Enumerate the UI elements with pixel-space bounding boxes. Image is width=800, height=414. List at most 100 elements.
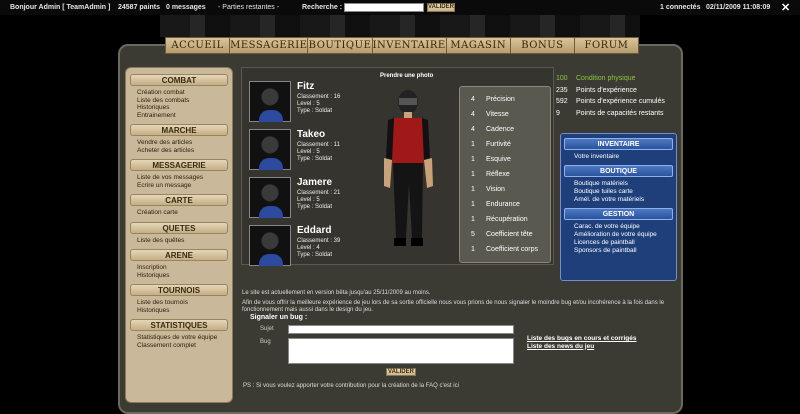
parties-remaining: - Parties restantes -: [218, 4, 280, 11]
character-figure: [384, 90, 433, 246]
right-link[interactable]: Boutique tuiles carte: [574, 188, 673, 196]
avatar[interactable]: [249, 129, 291, 170]
sidebar-link[interactable]: Liste des combats: [137, 97, 228, 105]
character-name[interactable]: Eddard: [297, 225, 331, 236]
nav-bonus[interactable]: BONUS: [511, 38, 575, 53]
stat-value: 1: [471, 246, 475, 253]
nav-inventaire[interactable]: INVENTAIRE: [373, 38, 447, 53]
right-links: Votre inventaire: [564, 150, 673, 165]
condition-panel: 100 Condition physique 235 Points d'expérie…: [556, 73, 678, 119]
character-rank: Classement : 21: [297, 190, 341, 196]
stat-value: 4: [471, 111, 475, 118]
sidebar-link[interactable]: Acheter des articles: [137, 147, 228, 155]
nav-forum[interactable]: FORUM: [575, 38, 638, 53]
stat-row: 1 Vision: [460, 182, 550, 197]
sidebar-link[interactable]: Liste de vos messages: [137, 174, 228, 182]
sidebar-links: Création carte: [130, 206, 228, 219]
stat-name: Esquive: [486, 156, 511, 163]
sidebar-section-combat: COMBAT: [130, 74, 228, 86]
stats-panel: 4 Précision 4 Vitesse 4 Cadence 1 Furtivité 1 Esq…: [459, 86, 551, 263]
character-level: Level : 5: [297, 197, 320, 203]
character-card[interactable]: Eddard Classement : 39 Level : 4 Type : Sol…: [249, 225, 369, 266]
subject-input[interactable]: [288, 325, 514, 334]
sidebar-link[interactable]: Historiques: [137, 104, 228, 112]
avatar[interactable]: [249, 177, 291, 218]
stat-name: Endurance: [486, 201, 520, 208]
stat-name: Coefficient corps: [486, 246, 539, 253]
stat-row: 1 Esquive: [460, 152, 550, 167]
sidebar-links: Liste des quêtes: [130, 234, 228, 247]
sidebar-link[interactable]: Statistiques de votre équipe: [137, 334, 228, 342]
header-banner: [160, 15, 640, 37]
stat-name: Récupération: [486, 216, 528, 223]
bug-title: Signaler un bug :: [250, 314, 308, 321]
character-card[interactable]: Fitz Classement : 16 Level : 5 Type : Solda…: [249, 81, 369, 122]
nav-magasin[interactable]: MAGASIN: [447, 38, 511, 53]
sidebar-links: Vendre des articles Acheter des articles: [130, 136, 228, 156]
sidebar-section-arene: ARENE: [130, 249, 228, 261]
nav-messagerie[interactable]: MESSAGERIE: [230, 38, 309, 53]
right-section-gestion: GESTION: [564, 208, 673, 220]
bug-textarea[interactable]: [288, 338, 514, 364]
condition-row: 9 Points de capacités restants: [556, 108, 678, 120]
sidebar-link[interactable]: Création carte: [137, 209, 228, 217]
character-type: Type : Soldat: [297, 156, 333, 162]
sidebar-links: Statistiques de votre équipe Classement c…: [130, 331, 228, 351]
sidebar-link[interactable]: Liste des quêtes: [137, 237, 228, 245]
stat-row: 1 Réflexe: [460, 167, 550, 182]
avatar[interactable]: [249, 81, 291, 122]
sidebar-link[interactable]: Classement complet: [137, 342, 228, 350]
character-name[interactable]: Jamere: [297, 177, 332, 188]
sidebar-section-marche: MARCHE: [130, 124, 228, 136]
right-section-boutique: BOUTIQUE: [564, 165, 673, 177]
sidebar-section-tournois: TOURNOIS: [130, 284, 228, 296]
right-link[interactable]: Sponsors de paintball: [574, 247, 673, 255]
sidebar-section-statistiques: STATISTIQUES: [130, 319, 228, 331]
sidebar-link[interactable]: Ecrire un message: [137, 182, 228, 190]
character-type: Type : Soldat: [297, 252, 333, 258]
right-link[interactable]: Licences de paintball: [574, 239, 673, 247]
sidebar-link[interactable]: Inscription: [137, 264, 228, 272]
sidebar-link[interactable]: Création combat: [137, 89, 228, 97]
greeting: Bonjour Admin [ TeamAdmin ]: [10, 4, 111, 11]
stat-value: 1: [471, 141, 475, 148]
avatar[interactable]: [249, 225, 291, 266]
right-link[interactable]: Carac. de votre équipe: [574, 223, 673, 231]
right-link[interactable]: Boutique matériels: [574, 180, 673, 188]
sidebar-links: Création combat Liste des combats Historiq…: [130, 86, 228, 121]
sidebar-link[interactable]: Vendre des articles: [137, 139, 228, 147]
messages-count[interactable]: 0 messages: [166, 0, 206, 15]
character-name[interactable]: Takeo: [297, 129, 325, 140]
character-name[interactable]: Fitz: [297, 81, 314, 92]
condition-value: 235: [556, 86, 568, 94]
bug-list-link[interactable]: Liste des bugs en cours et corrigés: [527, 335, 636, 343]
bug-submit-button[interactable]: VALIDER: [386, 368, 416, 376]
close-icon[interactable]: ✕: [781, 1, 790, 14]
nav-accueil[interactable]: ACCUEIL: [166, 38, 231, 53]
search-label: Recherche :: [302, 4, 343, 11]
search-button[interactable]: VALIDER: [427, 3, 455, 12]
bug-label: Bug: [260, 339, 271, 345]
character-card[interactable]: Jamere Classement : 21 Level : 5 Type : Sol…: [249, 177, 369, 218]
stat-value: 1: [471, 216, 475, 223]
right-link[interactable]: Votre inventaire: [574, 153, 673, 161]
stat-row: 1 Furtivité: [460, 137, 550, 152]
sidebar-section-messagerie: MESSAGERIE: [130, 159, 228, 171]
sidebar-links: Liste de vos messages Ecrire un message: [130, 171, 228, 191]
sidebar-link[interactable]: Historiques: [137, 307, 228, 315]
sidebar-link[interactable]: Liste des tournois: [137, 299, 228, 307]
character-info: Classement : 16 Level : 5 Type : Soldat: [297, 94, 340, 115]
condition-name: Points d'expérience cumulés: [576, 98, 665, 105]
sidebar-link[interactable]: Historiques: [137, 272, 228, 280]
stat-row: 1 Coefficient corps: [460, 242, 550, 257]
right-link[interactable]: Amélioration de votre équipe: [574, 231, 673, 239]
search-input[interactable]: [344, 3, 424, 12]
nav-boutique[interactable]: BOUTIQUE: [308, 38, 373, 53]
sidebar-link[interactable]: Entrainement: [137, 112, 228, 120]
news-list-link[interactable]: Liste des news du jeu: [527, 343, 636, 351]
character-info: Classement : 39 Level : 4 Type : Soldat: [297, 238, 340, 259]
character-card[interactable]: Takeo Classement : 11 Level : 5 Type : Sold…: [249, 129, 369, 170]
sidebar-section-quetes: QUETES: [130, 221, 228, 234]
right-link[interactable]: Amél. de votre matériels: [574, 196, 673, 204]
take-photo-link[interactable]: Prendre une photo: [380, 73, 433, 79]
